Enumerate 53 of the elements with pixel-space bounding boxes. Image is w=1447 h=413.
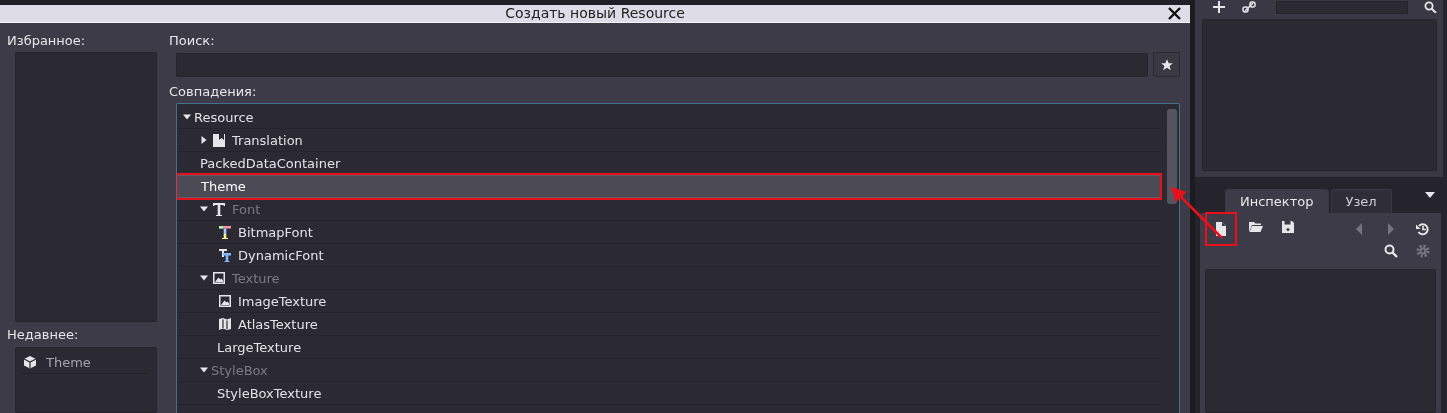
scrollbar-thumb[interactable] (1167, 109, 1178, 204)
expand-arrow-icon[interactable] (183, 113, 191, 121)
plus-icon[interactable] (1212, 1, 1226, 13)
tab[interactable]: Узел (1330, 189, 1392, 213)
favorite-button[interactable] (1153, 52, 1181, 77)
settings-icon (1414, 243, 1431, 259)
close-button[interactable] (1167, 6, 1183, 21)
item-label: StyleBoxTexture (217, 385, 322, 401)
tab[interactable]: Инспектор (1225, 189, 1329, 213)
folder-icon (1247, 219, 1264, 235)
tree-item[interactable]: Translation (177, 129, 1162, 152)
item-label: PackedDataContainer (200, 155, 341, 171)
matches-label: Совпадения: (169, 84, 257, 100)
recent-item[interactable]: Theme (22, 351, 150, 374)
item-label: AtlasTexture (238, 316, 318, 332)
tree-item[interactable]: Theme (177, 175, 1162, 198)
search-icon (1382, 243, 1399, 259)
link-icon[interactable] (1242, 1, 1256, 13)
right-arrow-icon (1387, 223, 1394, 235)
new-file-icon (1213, 221, 1229, 237)
document-icon (212, 133, 226, 147)
window-title: Создать новый Resource (505, 5, 685, 22)
search-label: Поиск: (169, 33, 215, 49)
item-label: BitmapFont (238, 224, 313, 240)
map-icon (218, 317, 232, 331)
letter-t-icon (212, 202, 226, 216)
search-icon[interactable] (1424, 1, 1437, 13)
tree-item[interactable]: Resource (177, 106, 1162, 129)
letter-t-icon (218, 225, 232, 239)
dropdown-icon[interactable] (1425, 192, 1435, 199)
filter-field[interactable] (1276, 0, 1408, 14)
item-label: Translation (232, 132, 303, 148)
letter-t-icon (218, 248, 232, 262)
item-label: ImageTexture (238, 293, 327, 309)
new-file-button[interactable] (1205, 212, 1237, 246)
item-label: Font (232, 201, 261, 217)
item-label: DynamicFont (238, 247, 324, 263)
image-icon (212, 271, 226, 285)
search-field[interactable] (176, 52, 1149, 77)
cube-icon (23, 355, 37, 369)
favorites-label: Избранное: (7, 33, 86, 49)
history-icon (1414, 221, 1431, 237)
item-label: StyleBox (211, 362, 268, 378)
item-label: Resource (194, 109, 254, 125)
image-icon (218, 294, 232, 308)
item-label: LargeTexture (217, 339, 302, 355)
item-label: Texture (232, 270, 280, 286)
left-arrow-icon (1355, 223, 1362, 235)
collapse-arrow-icon[interactable] (200, 136, 208, 144)
close-icon (1168, 7, 1182, 20)
star-icon (1159, 57, 1174, 72)
item-label: Theme (201, 179, 246, 194)
recent-label: Недавнее: (7, 327, 79, 343)
